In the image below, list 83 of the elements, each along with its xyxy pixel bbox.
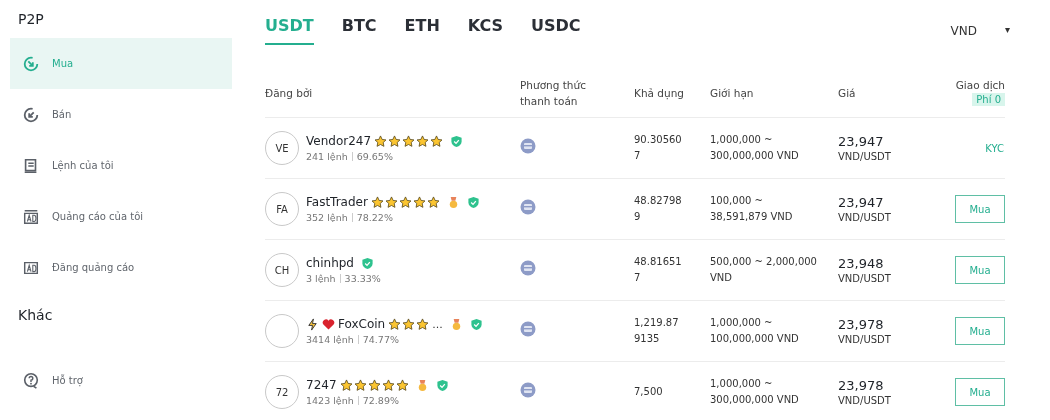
price-unit: VND/USDT [838, 395, 892, 406]
help-icon [22, 371, 40, 390]
completion-rate: 78.22% [356, 212, 393, 223]
bank-card-icon [520, 382, 536, 398]
username[interactable]: FastTrader [306, 195, 368, 209]
price-value: 23,948 [838, 256, 885, 271]
order-count: 241 lệnh [306, 151, 348, 162]
coin-tab[interactable]: USDC [531, 16, 581, 45]
sidebar-item[interactable]: Hỗ trợ [10, 355, 232, 406]
star-icon [388, 317, 402, 331]
available-amount: 90.305607 [634, 133, 683, 163]
price-unit: VND/USDT [838, 273, 892, 284]
currency-dropdown[interactable]: VND ▾ [950, 24, 1010, 38]
column-header: Đăng bởi [265, 86, 313, 99]
username[interactable]: 7247 [306, 378, 337, 392]
star-icon [388, 134, 402, 148]
star-icon [367, 378, 381, 392]
star-icon [384, 195, 398, 209]
column-header: Phương thức thanh toán [520, 77, 587, 109]
price-value: 23,947 [838, 195, 885, 210]
order-count: 3 lệnh [306, 273, 336, 284]
star-icon [402, 317, 416, 331]
star-icon [430, 134, 444, 148]
available-amount: 48.816517 [634, 255, 683, 285]
column-header: Giới hạn [710, 86, 754, 99]
star-icon [426, 195, 440, 209]
available-amount: 7,500 [634, 385, 664, 399]
coin-tab[interactable]: KCS [467, 16, 504, 45]
username[interactable]: FoxCoin [338, 317, 386, 331]
star-icon [395, 378, 409, 392]
sidebar-item[interactable]: Bán [10, 89, 232, 140]
ellipsis: ... [432, 317, 443, 331]
star-icon [416, 134, 430, 148]
fee-badge: Phí 0 [972, 93, 1005, 106]
completion-rate: 33.33% [344, 273, 381, 284]
star-icon [402, 134, 416, 148]
bank-card-icon [520, 199, 536, 215]
column-header: Giá [838, 86, 856, 99]
username[interactable]: Vendor247 [306, 134, 372, 148]
kyc-label: KYC [985, 142, 1004, 154]
price-value: 23,978 [838, 378, 885, 393]
limit-range: 100,000 ~ 38,591,879 VND [710, 194, 794, 224]
username[interactable]: chinhpd [306, 256, 354, 270]
price-value: 23,947 [838, 134, 885, 149]
order-count: 1423 lệnh [306, 395, 354, 406]
completion-rate: 72.89% [362, 395, 399, 406]
star-icon [381, 378, 395, 392]
column-header: Khả dụng [634, 86, 684, 99]
price-value: 23,978 [838, 317, 885, 332]
limit-range: 500,000 ~ 2,000,000 VND [710, 255, 818, 285]
sidebar-item[interactable]: Quảng cáo của tôi [10, 191, 232, 242]
limit-range: 1,000,000 ~ 300,000,000 VND [710, 133, 800, 163]
price-unit: VND/USDT [838, 212, 892, 223]
sidebar-item[interactable]: Đăng quảng cáo [10, 242, 232, 293]
star-icon [353, 378, 367, 392]
price-unit: VND/USDT [838, 334, 892, 345]
bank-card-icon [520, 321, 536, 337]
completion-rate: 69.65% [356, 151, 393, 162]
star-icon [398, 195, 412, 209]
order-count: 3414 lệnh [306, 334, 354, 345]
available-amount: 48.827989 [634, 194, 683, 224]
price-unit: VND/USDT [838, 151, 892, 162]
limit-range: 1,000,000 ~ 100,000,000 VND [710, 316, 800, 346]
sell-icon [22, 105, 40, 124]
available-amount: 1,219.879135 [634, 316, 680, 346]
star-icon [339, 378, 353, 392]
limit-range: 1,000,000 ~ 300,000,000 VND [710, 377, 800, 407]
order-count: 352 lệnh [306, 212, 348, 223]
star-icon [374, 134, 388, 148]
column-header: Giao dịch [955, 79, 1005, 91]
bank-card-icon [520, 260, 536, 276]
sidebar-item[interactable]: Lệnh của tôi [10, 140, 232, 191]
buy-icon [22, 54, 40, 73]
coin-tab[interactable]: ETH [404, 16, 440, 45]
coin-tab[interactable]: BTC [341, 16, 377, 45]
completion-rate: 74.77% [362, 334, 399, 345]
section-title: Khác [17, 306, 54, 325]
bank-card-icon [520, 138, 536, 154]
star-icon [416, 317, 430, 331]
star-icon [412, 195, 426, 209]
star-icon [370, 195, 384, 209]
sidebar-title: P2P [17, 10, 45, 29]
ad-icon [22, 207, 40, 226]
